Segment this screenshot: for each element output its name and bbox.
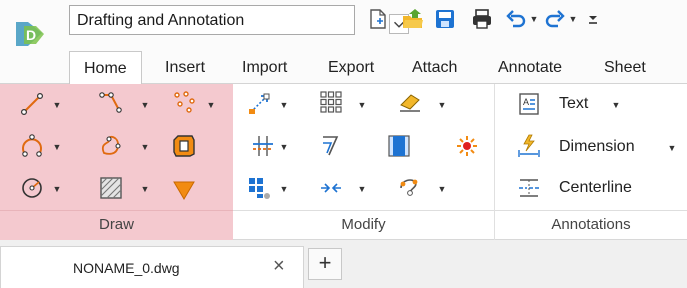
- draw-panel: ▼ ▼ ▼ ▼ ▼ ▼ ▼ Draw: [0, 84, 233, 240]
- offset-icon[interactable]: [319, 134, 343, 158]
- add-document-button[interactable]: +: [308, 248, 342, 280]
- region-icon[interactable]: [172, 134, 196, 158]
- redo-dropdown-button[interactable]: ▼: [568, 14, 578, 24]
- line-icon[interactable]: [20, 92, 44, 116]
- modify-panel: ▼ ▼ ▼ ▼ ▼ ▼ ▼ Modify: [233, 84, 495, 240]
- edit-icon[interactable]: [387, 134, 411, 158]
- tab-sheet[interactable]: Sheet: [604, 59, 646, 77]
- explode-icon[interactable]: [455, 134, 479, 158]
- app-logo-icon: D: [16, 22, 44, 46]
- tab-import[interactable]: Import: [242, 59, 287, 77]
- fillet-dropdown-button[interactable]: ▼: [357, 184, 367, 194]
- document-tab-name: NONAME_0.dwg: [73, 260, 180, 276]
- circle-dropdown-button[interactable]: ▼: [52, 184, 62, 194]
- undo-icon[interactable]: [505, 8, 527, 30]
- tab-attach[interactable]: Attach: [412, 59, 457, 77]
- erase-dropdown-button[interactable]: ▼: [437, 100, 447, 110]
- point-dropdown-button[interactable]: ▼: [206, 100, 216, 110]
- hatch-dropdown-button[interactable]: ▼: [140, 184, 150, 194]
- ribbon-tabs: Home Insert Import Export Attach Annotat…: [0, 48, 687, 85]
- spline-dropdown-button[interactable]: ▼: [140, 142, 150, 152]
- undo-dropdown-button[interactable]: ▼: [529, 14, 539, 24]
- dimension-label[interactable]: Dimension: [559, 138, 635, 156]
- tab-home[interactable]: Home: [69, 51, 142, 85]
- trim-dropdown-button[interactable]: ▼: [279, 142, 289, 152]
- scale-dropdown-button[interactable]: ▼: [437, 184, 447, 194]
- move-icon[interactable]: [247, 92, 271, 116]
- stretch-dropdown-button[interactable]: ▼: [279, 184, 289, 194]
- erase-icon[interactable]: [398, 90, 422, 114]
- workspace-value: Drafting and Annotation: [77, 12, 245, 29]
- annotations-panel-separator: [495, 210, 687, 211]
- centerline-icon[interactable]: [517, 176, 541, 200]
- svg-text:A: A: [523, 97, 529, 107]
- array-icon[interactable]: [319, 90, 343, 114]
- arc-icon[interactable]: [20, 134, 44, 158]
- arc-dropdown-button[interactable]: ▼: [52, 142, 62, 152]
- spline-icon[interactable]: [99, 134, 123, 158]
- close-icon[interactable]: ×: [273, 256, 285, 276]
- svg-text:D: D: [26, 27, 36, 43]
- line-dropdown-button[interactable]: ▼: [52, 100, 62, 110]
- array-dropdown-button[interactable]: ▼: [357, 100, 367, 110]
- redo-icon[interactable]: [544, 8, 566, 30]
- move-dropdown-button[interactable]: ▼: [279, 100, 289, 110]
- draw-panel-title: Draw: [98, 216, 134, 233]
- modify-panel-title: Modify: [341, 216, 386, 233]
- annotations-panel-title: Annotations: [551, 216, 631, 233]
- centerline-label[interactable]: Centerline: [559, 179, 632, 197]
- quick-access-toolbar: D Drafting and Annotation ▼ ▼: [0, 0, 687, 48]
- fillet-icon[interactable]: [319, 176, 343, 200]
- workspace-select[interactable]: Drafting and Annotation: [69, 5, 409, 35]
- open-folder-icon[interactable]: [402, 8, 424, 30]
- dimension-dropdown-button[interactable]: ▼: [667, 143, 677, 153]
- tab-annotate[interactable]: Annotate: [498, 59, 562, 77]
- text-label[interactable]: Text: [559, 95, 588, 113]
- hatch-icon[interactable]: [99, 176, 123, 200]
- circle-icon[interactable]: [20, 176, 44, 200]
- customize-icon[interactable]: [582, 8, 604, 30]
- text-dropdown-button[interactable]: ▼: [611, 100, 621, 110]
- annotations-panel: A Text ▼ Dimension ▼ Centerline Annotati…: [495, 84, 687, 240]
- scale-icon[interactable]: [398, 174, 422, 198]
- tab-insert[interactable]: Insert: [165, 59, 205, 77]
- polyline-icon[interactable]: [99, 90, 123, 114]
- save-icon[interactable]: [434, 8, 456, 30]
- new-file-icon[interactable]: [367, 8, 389, 30]
- stretch-icon[interactable]: [247, 176, 271, 200]
- text-icon[interactable]: A: [517, 92, 541, 116]
- print-icon[interactable]: [471, 8, 493, 30]
- triangle-icon[interactable]: [172, 178, 196, 202]
- document-tab[interactable]: NONAME_0.dwg ×: [0, 246, 304, 288]
- point-icon[interactable]: [172, 90, 196, 114]
- dimension-icon[interactable]: [517, 134, 541, 158]
- document-tab-bar: NONAME_0.dwg × +: [0, 240, 687, 288]
- tab-export[interactable]: Export: [328, 59, 374, 77]
- modify-panel-separator: [233, 210, 494, 211]
- ribbon: ▼ ▼ ▼ ▼ ▼ ▼ ▼ Draw ▼ ▼ ▼ ▼ ▼ ▼ ▼ Modify …: [0, 84, 687, 240]
- polyline-dropdown-button[interactable]: ▼: [140, 100, 150, 110]
- trim-icon[interactable]: [251, 134, 275, 158]
- draw-panel-separator: [0, 210, 233, 211]
